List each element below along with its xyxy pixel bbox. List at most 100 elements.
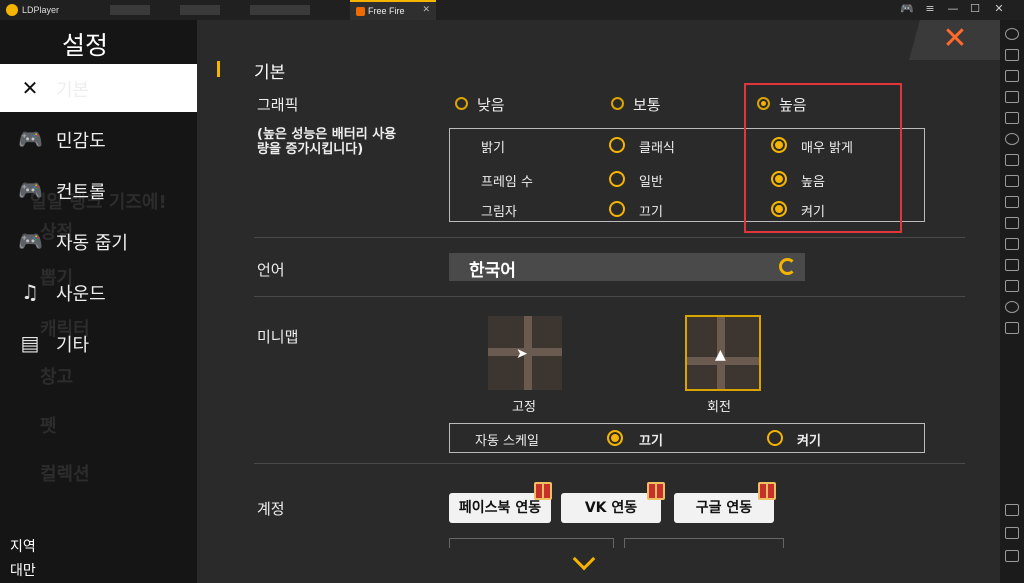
language-value: 한국어 — [469, 261, 516, 281]
gamepad-icon: 🎮 — [18, 178, 43, 202]
sidebar-item-basic[interactable]: ✕ 기본 — [0, 64, 197, 112]
minimap-rotate-preview[interactable]: ▲ — [685, 315, 761, 391]
tab-close-icon[interactable]: ✕ — [422, 5, 430, 15]
region-value: 대만 — [10, 563, 36, 579]
rotate-icon[interactable] — [1005, 322, 1019, 334]
home-icon[interactable] — [1005, 527, 1019, 539]
brightness-label: 밝기 — [481, 141, 505, 156]
gamepad-icon[interactable]: 🎮 — [898, 2, 916, 15]
refresh-icon — [779, 258, 796, 275]
region-label: 지역 — [10, 539, 36, 555]
player-arrow-icon: ▲ — [715, 347, 726, 363]
sidebar-item-label: 기타 — [56, 335, 90, 356]
settings-title: 설정 — [61, 31, 108, 60]
wrench-screwdriver-icon: ✕ — [21, 76, 39, 100]
sidebar-item-other[interactable]: ▤ 기타 — [0, 319, 197, 367]
window-close-icon[interactable]: ✕ — [990, 2, 1008, 15]
auto-scale-on-label: 켜기 — [797, 434, 821, 449]
chevron-down-icon[interactable] — [572, 547, 596, 571]
menu-icon[interactable]: ≡ — [921, 2, 939, 15]
sidebar-item-label: 민감도 — [56, 131, 106, 152]
folder-icon[interactable] — [1005, 280, 1019, 292]
divider — [254, 296, 965, 297]
divider — [254, 463, 965, 464]
shadow-off-label: 끄기 — [639, 205, 663, 220]
minimap-fixed-label: 고정 — [512, 400, 536, 415]
vk-link-button[interactable]: VK 연동 — [561, 493, 661, 523]
keyboard-icon[interactable] — [1005, 49, 1019, 61]
volume-up-icon[interactable] — [1005, 70, 1019, 82]
blurred-tab — [110, 5, 150, 15]
sidebar-item-sensitivity[interactable]: 🎮 민감도 — [0, 115, 197, 163]
highlight-box — [744, 83, 902, 233]
gift-icon — [647, 482, 665, 500]
sidebar-item-label: 자동 줍기 — [56, 233, 128, 254]
graphics-medium-radio[interactable] — [611, 97, 624, 110]
account-label: 계정 — [257, 500, 285, 518]
video-icon[interactable] — [1005, 217, 1019, 229]
sidebar-item-label: 사운드 — [56, 284, 106, 305]
divider — [254, 237, 965, 238]
shake-icon[interactable] — [1005, 259, 1019, 271]
shadow-off-radio[interactable] — [609, 201, 625, 217]
gift-icon — [758, 482, 776, 500]
framerate-normal-label: 일반 — [639, 175, 663, 190]
sidebar-item-controls[interactable]: 🎮 컨트롤 — [0, 166, 197, 214]
section-title: 기본 — [254, 63, 286, 83]
tab-free-fire[interactable]: Free Fire ✕ — [350, 0, 436, 20]
document-icon: ▤ — [20, 331, 40, 355]
player-arrow-icon: ➤ — [516, 346, 528, 362]
auto-scale-off-label: 끄기 — [639, 434, 663, 449]
minimize-icon[interactable]: — — [944, 2, 962, 15]
graphics-low-radio[interactable] — [455, 97, 468, 110]
brightness-classic-radio[interactable] — [609, 137, 625, 153]
blurred-tab — [180, 5, 220, 15]
tab-title: Free Fire — [368, 6, 405, 16]
settings-panel: ✕ 기본 그래픽 (높은 성능은 배터리 사용량을 증가시킵니다) 낮음 보통 … — [197, 20, 1000, 583]
sidebar-item-auto-pickup[interactable]: 🎮 자동 줍기 — [0, 217, 197, 265]
auto-scale-off-radio[interactable] — [607, 430, 623, 446]
settings-gear-icon[interactable] — [1005, 28, 1019, 40]
location-icon[interactable] — [1005, 301, 1019, 313]
framerate-normal-radio[interactable] — [609, 171, 625, 187]
app-name: LDPlayer — [22, 5, 60, 15]
graphics-medium-label: 보통 — [633, 96, 661, 114]
language-select[interactable]: 한국어 — [449, 253, 805, 281]
partial-row-box — [624, 538, 784, 548]
graphics-note: (높은 성능은 배터리 사용량을 증가시킵니다) — [257, 127, 397, 157]
title-bar: LDPlayer Free Fire ✕ 🎮 ≡ — ☐ ✕ — [0, 0, 1024, 20]
apk-icon[interactable] — [1005, 175, 1019, 187]
minimap-rotate-label: 회전 — [707, 400, 731, 415]
background-menu-text: 펫 — [40, 416, 57, 437]
close-settings-icon[interactable]: ✕ — [924, 24, 986, 54]
blurred-tab — [250, 5, 310, 15]
ldplayer-logo-icon — [6, 4, 18, 16]
back-icon[interactable] — [1005, 504, 1019, 516]
background-menu-text: 컬렉션 — [40, 464, 90, 485]
minimap-label: 미니맵 — [257, 328, 299, 346]
fullscreen-icon[interactable] — [1005, 112, 1019, 124]
minimap-fixed-preview[interactable]: ➤ — [488, 316, 562, 390]
gamepad-icon: 🎮 — [18, 127, 43, 151]
record-icon[interactable] — [1005, 133, 1019, 145]
partial-row-box — [449, 538, 614, 548]
graphics-low-label: 낮음 — [477, 96, 505, 114]
maximize-icon[interactable]: ☐ — [966, 2, 984, 15]
music-note-icon: ♫ — [21, 280, 39, 304]
section-accent-bar — [217, 61, 220, 77]
recent-apps-icon[interactable] — [1005, 550, 1019, 562]
screenshot-icon[interactable] — [1005, 154, 1019, 166]
sidebar-item-sound[interactable]: ♫ 사운드 — [0, 268, 197, 316]
auto-scale-on-radio[interactable] — [767, 430, 783, 446]
volume-down-icon[interactable] — [1005, 91, 1019, 103]
sync-icon[interactable] — [1005, 238, 1019, 250]
scissors-icon[interactable] — [1005, 196, 1019, 208]
sidebar-item-label: 기본 — [56, 80, 90, 101]
brightness-classic-label: 클래식 — [639, 141, 675, 156]
gift-icon — [534, 482, 552, 500]
graphics-label: 그래픽 — [257, 96, 299, 114]
framerate-label: 프레임 수 — [481, 175, 533, 190]
sidebar-item-label: 컨트롤 — [56, 182, 106, 203]
settings-sidebar: 일일 랭크 기즈에! 상점 뽑기 캐릭터 창고 펫 컬렉션 설정 ✕ 기본 🎮 … — [0, 20, 197, 583]
emulator-toolbar — [1000, 20, 1024, 583]
